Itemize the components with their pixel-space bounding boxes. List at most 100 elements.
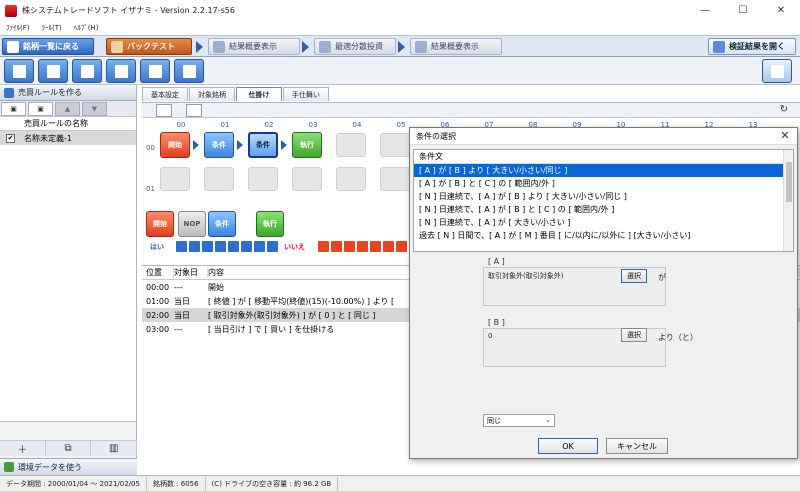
grid-cell[interactable] (248, 167, 278, 191)
rule-sidebar: 売買ルールを作る ▣ ▣ ▲ ▼ 売買ルールの名称 ✔ 名称未定義-1 ＋ ⧉ … (0, 85, 138, 475)
open-button[interactable] (38, 59, 68, 83)
condition-list-scrollbar[interactable] (783, 150, 793, 251)
condition-item[interactable]: [ N ] 日連続で、[ A ] が [ 大きい/小さい ] (414, 216, 793, 229)
column-number: 05 (396, 121, 406, 129)
backtest-label: バックテスト (127, 42, 175, 51)
yes-direction-arrow-icon[interactable] (254, 241, 265, 252)
execute-node[interactable]: 執行 (292, 132, 322, 158)
new-document-button[interactable] (4, 59, 34, 83)
no-direction-arrow-icon[interactable] (357, 241, 368, 252)
tab-arrow-icon (398, 41, 405, 53)
rule-list: ✔ 名称未定義-1 (0, 131, 136, 422)
menu-file[interactable]: ﾌｧｲﾙ(F) (6, 23, 30, 33)
menu-help[interactable]: ﾍﾙﾌﾟ(H) (74, 23, 99, 33)
chevron-down-icon: ⌄ (545, 416, 551, 424)
grid-cell[interactable] (336, 167, 366, 191)
yes-direction-arrow-icon[interactable] (189, 241, 200, 252)
compare-dropdown[interactable]: 同じ ⌄ (483, 414, 555, 427)
no-direction-arrow-icon[interactable] (370, 241, 381, 252)
back-to-stock-list-tab[interactable]: 銘柄一覧に戻る (2, 38, 94, 55)
import-button[interactable] (72, 59, 102, 83)
no-direction-arrow-icon[interactable] (331, 241, 342, 252)
yes-direction-arrow-icon[interactable] (228, 241, 239, 252)
row-date: 当日 (174, 296, 190, 306)
condition-item[interactable]: [ N ] 日連続で、[ A ] が [ B ] より [ 大きい/小さい/同じ… (414, 190, 793, 203)
start-node[interactable]: 開始 (160, 132, 190, 158)
palette-condition-node[interactable]: 条件 (208, 211, 236, 237)
rule-icon (4, 87, 14, 98)
condition-node[interactable]: 条件 (204, 132, 234, 158)
minimize-icon[interactable]: — (686, 0, 724, 21)
no-direction-arrow-icon[interactable] (318, 241, 329, 252)
rule-list-item[interactable]: ✔ 名称未定義-1 (0, 131, 136, 145)
palette-button[interactable] (140, 59, 170, 83)
main-toolbar (0, 57, 800, 85)
scroll-thumb[interactable] (786, 162, 792, 202)
ok-button[interactable]: OK (538, 438, 598, 454)
create-rule-header[interactable]: 売買ルールを作る (0, 85, 136, 101)
condition-item[interactable]: [ A ] が [ B ] より [ 大きい/小さい/同じ ] (414, 164, 793, 177)
monitor-icon[interactable] (156, 104, 172, 117)
close-icon[interactable]: ✕ (762, 0, 800, 21)
open-icon (47, 65, 60, 78)
save-icon[interactable]: ▣ (1, 102, 26, 116)
phone-button[interactable] (762, 59, 792, 83)
param-a-select-button[interactable]: 選択 (621, 269, 647, 283)
import-icon (81, 65, 94, 78)
move-up-icon[interactable]: ▲ (55, 102, 80, 116)
flow-arrow-icon (193, 140, 199, 150)
yes-direction-arrow-icon[interactable] (176, 241, 187, 252)
condition-item[interactable]: 過去 [ N ] 日間で、[ A ] が [ M ] 番目 [ に/以内に/以外… (414, 229, 793, 242)
refresh-icon[interactable]: ↻ (774, 104, 794, 117)
save-as-icon[interactable]: ▣ (28, 102, 53, 116)
backtest-tab[interactable]: バックテスト (106, 38, 192, 55)
dialog-close-icon[interactable]: ✕ (778, 129, 792, 142)
tab-target-stocks[interactable]: 対象銘柄 (189, 87, 235, 101)
row-date: 当日 (174, 310, 190, 320)
maximize-icon[interactable]: ☐ (724, 0, 762, 21)
grid-cell[interactable] (336, 133, 366, 157)
condition-item[interactable]: [ N ] 日連続で、[ A ] が [ B ] と [ C ] の [ 範囲内… (414, 203, 793, 216)
move-down-icon[interactable]: ▼ (82, 102, 107, 116)
data-period: データ期間 : 2000/01/04 〜 2021/02/05 (0, 476, 147, 491)
copy-rule-icon[interactable]: ⧉ (46, 441, 92, 456)
yes-direction-arrow-icon[interactable] (267, 241, 278, 252)
yes-direction-arrow-icon[interactable] (241, 241, 252, 252)
grid-cell[interactable] (160, 167, 190, 191)
export-button[interactable] (106, 59, 136, 83)
condition-list-header: 条件文 (414, 150, 793, 164)
palette-nop-node[interactable]: NOP (178, 211, 206, 237)
yes-direction-arrow-icon[interactable] (215, 241, 226, 252)
wrench-icon (183, 65, 196, 78)
no-direction-arrow-icon[interactable] (383, 241, 394, 252)
optimal-diversification-tab[interactable]: 最適分散投資 (314, 38, 396, 55)
palette-execute-node[interactable]: 執行 (256, 211, 284, 237)
tab-entry[interactable]: 仕掛け (236, 87, 282, 101)
grid-cell[interactable] (380, 167, 410, 191)
tools-button[interactable] (174, 59, 204, 83)
menu-tools[interactable]: ﾂｰﾙ(T) (42, 23, 62, 33)
tab-basic-settings[interactable]: 基本設定 (142, 87, 188, 101)
delete-rule-icon[interactable]: ▥ (91, 441, 138, 456)
no-direction-arrow-icon[interactable] (396, 241, 407, 252)
condition-item[interactable]: [ A ] が [ B ] と [ C ] の [ 範囲内/外 ] (414, 177, 793, 190)
cancel-button[interactable]: キャンセル (606, 438, 668, 454)
grid-cell[interactable] (204, 167, 234, 191)
param-b-select-button[interactable]: 選択 (621, 328, 647, 342)
condition-node-selected[interactable]: 条件 (248, 132, 278, 158)
rule-checkbox[interactable]: ✔ (6, 133, 15, 143)
target-date-header: 対象日 (174, 267, 208, 278)
monitor-2-icon[interactable] (186, 104, 202, 117)
add-rule-icon[interactable]: ＋ (0, 441, 46, 456)
app-icon (5, 4, 17, 17)
result-summary-tab[interactable]: 結果概要表示 (208, 38, 300, 55)
grid-cell[interactable] (292, 167, 322, 191)
use-environment-data-button[interactable]: 環境データを使う (0, 458, 137, 475)
open-verification-result-button[interactable]: 検証結果を開く (708, 38, 796, 55)
result-summary-2-tab[interactable]: 結果概要表示 (410, 38, 502, 55)
no-direction-arrow-icon[interactable] (344, 241, 355, 252)
grid-cell[interactable] (380, 133, 410, 157)
yes-direction-arrow-icon[interactable] (202, 241, 213, 252)
tab-exit[interactable]: 手仕舞い (283, 87, 329, 101)
palette-start-node[interactable]: 開始 (146, 211, 174, 237)
